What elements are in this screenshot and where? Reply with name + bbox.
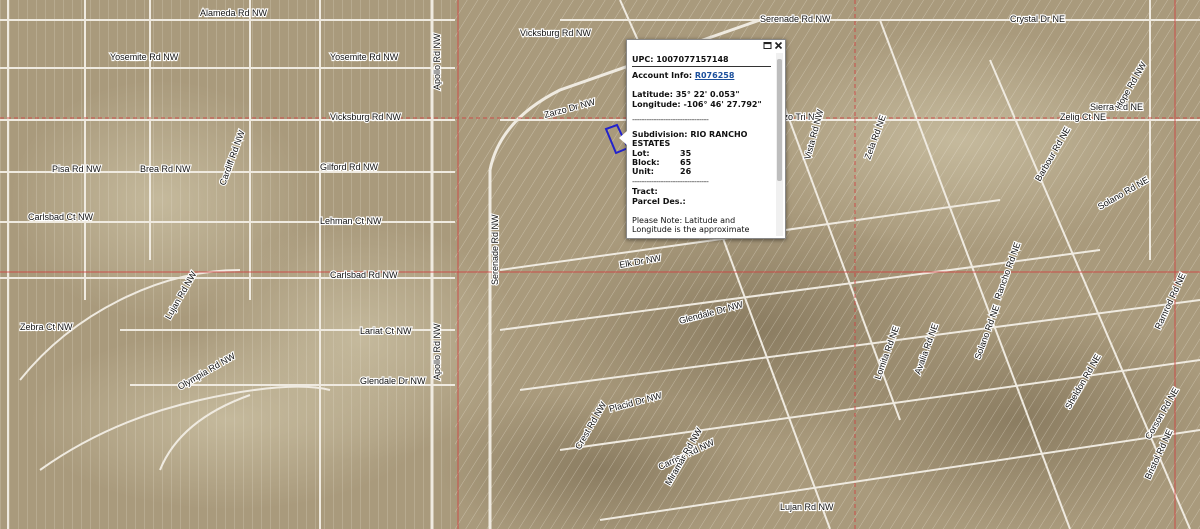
block-value: 65: [680, 158, 692, 167]
latitude-line: Latitude: 35° 22' 0.053": [632, 90, 771, 99]
unit-label: Unit:: [632, 167, 654, 176]
separator-2: --------------------------------: [632, 177, 709, 186]
parcel-info-popup: UPC: 1007077157148 Account Info: R076258…: [619, 39, 786, 239]
subdivision-label: Subdivision:: [632, 130, 688, 139]
parcel-des-label: Parcel Des.:: [632, 197, 686, 206]
road-label: Yosemite Rd NW: [110, 52, 179, 62]
road-label: Gilford Rd NW: [320, 162, 379, 172]
latitude-label: Latitude:: [632, 90, 673, 99]
road-label: Serenade Rd NW: [760, 14, 831, 24]
lot-row: Lot: 35: [632, 149, 771, 158]
road-label: Lariat Ct NW: [360, 326, 412, 336]
upc-value: 1007077157148: [656, 55, 729, 64]
road-label: Apollo Rd NW: [432, 33, 442, 90]
popup-scrollbar[interactable]: [776, 53, 783, 236]
account-link[interactable]: R076258: [695, 71, 735, 80]
close-icon[interactable]: [774, 41, 783, 50]
road-label: Brea Rd NW: [140, 164, 191, 174]
road-label: Lujan Rd NW: [780, 502, 834, 512]
block-row: Block: 65: [632, 158, 771, 167]
account-line: Account Info: R076258: [632, 71, 771, 80]
road-label: Crystal Dr NE: [1010, 14, 1065, 24]
road-label: Serenade Rd NW: [490, 214, 500, 285]
upc-line: UPC: 1007077157148: [632, 55, 771, 64]
road-label: Vicksburg Rd NW: [330, 112, 401, 122]
maximize-icon[interactable]: [763, 41, 772, 50]
popup-titlebar: [627, 40, 785, 52]
account-label: Account Info:: [632, 71, 693, 80]
road-label: Alameda Rd NW: [200, 8, 268, 18]
popup-pointer: [619, 131, 627, 145]
road-label: Lehman Ct NW: [320, 216, 382, 226]
road-label: Carlsbad Rd NW: [330, 270, 398, 280]
block-label: Block:: [632, 158, 660, 167]
subdivision-line: Subdivision: RIO RANCHO ESTATES: [632, 130, 771, 148]
latitude-value: 35° 22' 0.053": [675, 90, 740, 99]
road-label: Zebra Ct NW: [20, 322, 73, 332]
road-label: Apollo Rd NW: [432, 323, 442, 380]
longitude-line: Longitude: -106° 46' 27.792": [632, 100, 771, 109]
lot-label: Lot:: [632, 149, 650, 158]
longitude-label: Longitude:: [632, 100, 681, 109]
road-label: Vicksburg Rd NW: [520, 28, 591, 38]
map-canvas[interactable]: Alameda Rd NW Yosemite Rd NW Yosemite Rd N…: [0, 0, 1200, 529]
disclaimer-note: Please Note: Latitude and Longitude is t…: [632, 216, 750, 234]
divider: [632, 66, 771, 67]
unit-value: 26: [680, 167, 692, 176]
upc-label: UPC:: [632, 55, 654, 64]
road-label: Zelig Ct NE: [1060, 112, 1106, 122]
popup-content: UPC: 1007077157148 Account Info: R076258…: [632, 54, 771, 234]
lot-value: 35: [680, 149, 692, 158]
unit-row: Unit: 26: [632, 167, 771, 176]
tract-label: Tract:: [632, 187, 658, 196]
longitude-value: -106° 46' 27.792": [683, 100, 762, 109]
road-label: Carlsbad Ct NW: [28, 212, 94, 222]
separator-1: --------------------------------: [632, 115, 709, 124]
scrollbar-thumb[interactable]: [777, 59, 782, 181]
road-label: Glendale Dr NW: [360, 376, 426, 386]
road-label: Pisa Rd NW: [52, 164, 102, 174]
road-label: Yosemite Rd NW: [330, 52, 399, 62]
